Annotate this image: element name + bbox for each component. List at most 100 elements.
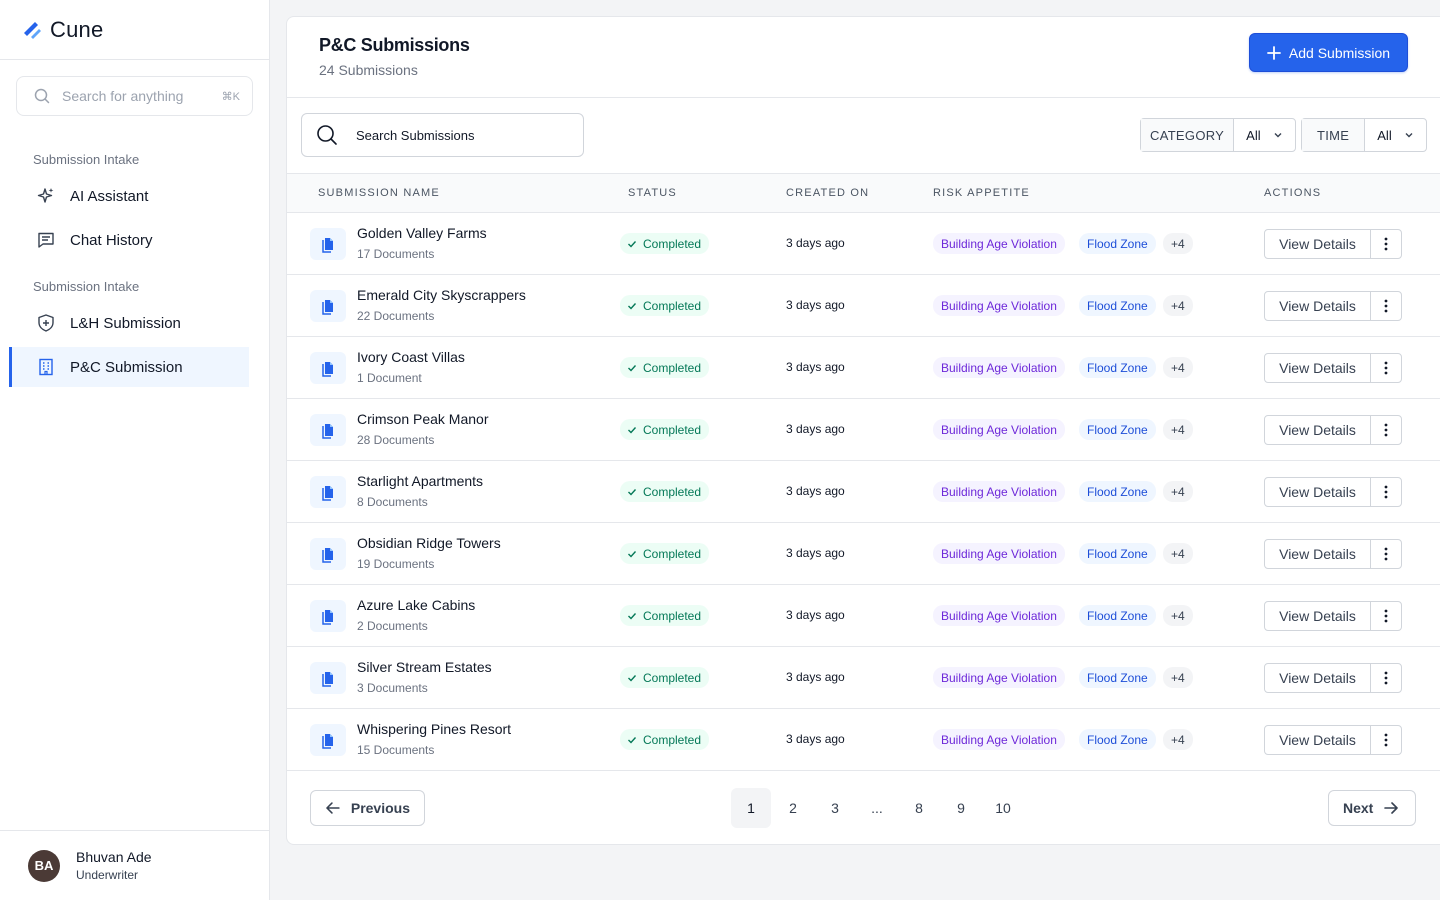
view-details-button[interactable]: View Details <box>1265 416 1371 444</box>
view-details-button[interactable]: View Details <box>1265 726 1371 754</box>
submission-name[interactable]: Golden Valley Farms <box>357 225 487 241</box>
more-actions-button[interactable] <box>1371 354 1401 382</box>
submission-search-input[interactable]: Search Submissions <box>301 113 584 157</box>
global-search-input[interactable]: Search for anything ⌘K <box>16 76 253 116</box>
row-actions: View Details <box>1264 353 1402 383</box>
table-row[interactable]: Obsidian Ridge Towers 19 Documents Complet… <box>287 523 1440 585</box>
view-details-button[interactable]: View Details <box>1265 478 1371 506</box>
view-details-button[interactable]: View Details <box>1265 230 1371 258</box>
time-filter-select[interactable]: All <box>1365 128 1425 143</box>
view-details-button[interactable]: View Details <box>1265 540 1371 568</box>
sidebar-item-chat-history[interactable]: Chat History <box>9 220 249 260</box>
kebab-menu-icon <box>1384 237 1388 251</box>
document-icon <box>310 538 346 570</box>
submission-name[interactable]: Whispering Pines Resort <box>357 721 511 737</box>
column-header-status: STATUS <box>628 187 677 199</box>
sidebar-item-ai-assistant[interactable]: AI Assistant <box>9 176 249 216</box>
risk-tag-building-age: Building Age Violation <box>933 357 1065 378</box>
table-row[interactable]: Golden Valley Farms 17 Documents Completed… <box>287 213 1440 275</box>
risk-tag-more[interactable]: +4 <box>1163 357 1193 378</box>
check-icon <box>628 426 637 434</box>
more-actions-button[interactable] <box>1371 726 1401 754</box>
more-actions-button[interactable] <box>1371 230 1401 258</box>
risk-tag-more[interactable]: +4 <box>1163 419 1193 440</box>
category-filter-select[interactable]: All <box>1234 128 1294 143</box>
page-link-8[interactable]: 8 <box>899 788 939 828</box>
table-row[interactable]: Whispering Pines Resort 15 Documents Compl… <box>287 709 1440 771</box>
more-actions-button[interactable] <box>1371 602 1401 630</box>
page-link-10[interactable]: 10 <box>983 788 1023 828</box>
page-link-9[interactable]: 9 <box>941 788 981 828</box>
panel-header: P&C Submissions 24 Submissions Add Submi… <box>287 17 1440 98</box>
risk-tag-flood-zone: Flood Zone <box>1079 357 1156 378</box>
table-row[interactable]: Starlight Apartments 8 Documents Completed… <box>287 461 1440 523</box>
submission-name[interactable]: Emerald City Skyscrappers <box>357 287 526 303</box>
risk-tag-flood-zone: Flood Zone <box>1079 605 1156 626</box>
risk-tag-building-age: Building Age Violation <box>933 605 1065 626</box>
section-label-intake-2: Submission Intake <box>33 279 140 294</box>
risk-tag-more[interactable]: +4 <box>1163 481 1193 502</box>
kebab-menu-icon <box>1384 423 1388 437</box>
table-row[interactable]: Silver Stream Estates 3 Documents Complete… <box>287 647 1440 709</box>
table-row[interactable]: Ivory Coast Villas 1 Document Completed 3 d… <box>287 337 1440 399</box>
risk-tag-more[interactable]: +4 <box>1163 729 1193 750</box>
view-details-button[interactable]: View Details <box>1265 602 1371 630</box>
more-actions-button[interactable] <box>1371 540 1401 568</box>
sidebar-item-lh-submission[interactable]: L&H Submission <box>9 303 249 343</box>
previous-page-button[interactable]: Previous <box>310 790 425 826</box>
search-placeholder: Search Submissions <box>356 127 475 143</box>
document-icon <box>310 662 346 694</box>
user-profile[interactable]: BA Bhuvan Ade Underwriter <box>0 830 269 900</box>
submission-name[interactable]: Crimson Peak Manor <box>357 411 489 427</box>
check-icon <box>628 488 637 496</box>
more-actions-button[interactable] <box>1371 292 1401 320</box>
previous-label: Previous <box>350 800 410 816</box>
document-count: 19 Documents <box>357 557 435 571</box>
risk-tag-more[interactable]: +4 <box>1163 605 1193 626</box>
view-details-button[interactable]: View Details <box>1265 664 1371 692</box>
risk-tag-flood-zone: Flood Zone <box>1079 481 1156 502</box>
view-details-button[interactable]: View Details <box>1265 354 1371 382</box>
kebab-menu-icon <box>1384 299 1388 313</box>
kebab-menu-icon <box>1384 485 1388 499</box>
add-submission-button[interactable]: Add Submission <box>1249 33 1408 72</box>
risk-tag-more[interactable]: +4 <box>1163 295 1193 316</box>
submission-name[interactable]: Silver Stream Estates <box>357 659 492 675</box>
page-link-2[interactable]: 2 <box>773 788 813 828</box>
category-filter[interactable]: CATEGORY All <box>1140 118 1296 152</box>
logo[interactable]: Cune <box>0 0 269 60</box>
risk-tag-flood-zone: Flood Zone <box>1079 419 1156 440</box>
submission-name[interactable]: Azure Lake Cabins <box>357 597 475 613</box>
risk-tag-flood-zone: Flood Zone <box>1079 233 1156 254</box>
more-actions-button[interactable] <box>1371 664 1401 692</box>
view-details-button[interactable]: View Details <box>1265 292 1371 320</box>
status-label: Completed <box>643 608 702 623</box>
risk-tag-more[interactable]: +4 <box>1163 233 1193 254</box>
check-icon <box>628 612 637 620</box>
created-on: 3 days ago <box>786 360 845 374</box>
page-title: P&C Submissions <box>319 35 470 55</box>
page-ellipsis: ... <box>871 800 883 816</box>
more-actions-button[interactable] <box>1371 416 1401 444</box>
page-link-3[interactable]: 3 <box>815 788 855 828</box>
time-filter[interactable]: TIME All <box>1301 118 1427 152</box>
more-actions-button[interactable] <box>1371 478 1401 506</box>
row-actions: View Details <box>1264 291 1402 321</box>
table-row[interactable]: Crimson Peak Manor 28 Documents Completed 3… <box>287 399 1440 461</box>
created-on: 3 days ago <box>786 608 845 622</box>
document-icon <box>310 476 346 508</box>
submission-name[interactable]: Ivory Coast Villas <box>357 349 465 365</box>
next-page-button[interactable]: Next <box>1328 790 1416 826</box>
risk-tag-more[interactable]: +4 <box>1163 667 1193 688</box>
submission-name[interactable]: Starlight Apartments <box>357 473 483 489</box>
table-row[interactable]: Azure Lake Cabins 2 Documents Completed 3 d… <box>287 585 1440 647</box>
document-count: 15 Documents <box>357 743 435 757</box>
sidebar-item-pc-submission[interactable]: P&C Submission <box>9 347 249 387</box>
page-link-1[interactable]: 1 <box>731 788 771 828</box>
check-icon <box>628 550 637 558</box>
status-badge: Completed <box>620 729 710 750</box>
table-row[interactable]: Emerald City Skyscrappers 22 Documents Com… <box>287 275 1440 337</box>
category-filter-value: All <box>1246 127 1261 143</box>
risk-tag-more[interactable]: +4 <box>1163 543 1193 564</box>
submission-name[interactable]: Obsidian Ridge Towers <box>357 535 501 551</box>
